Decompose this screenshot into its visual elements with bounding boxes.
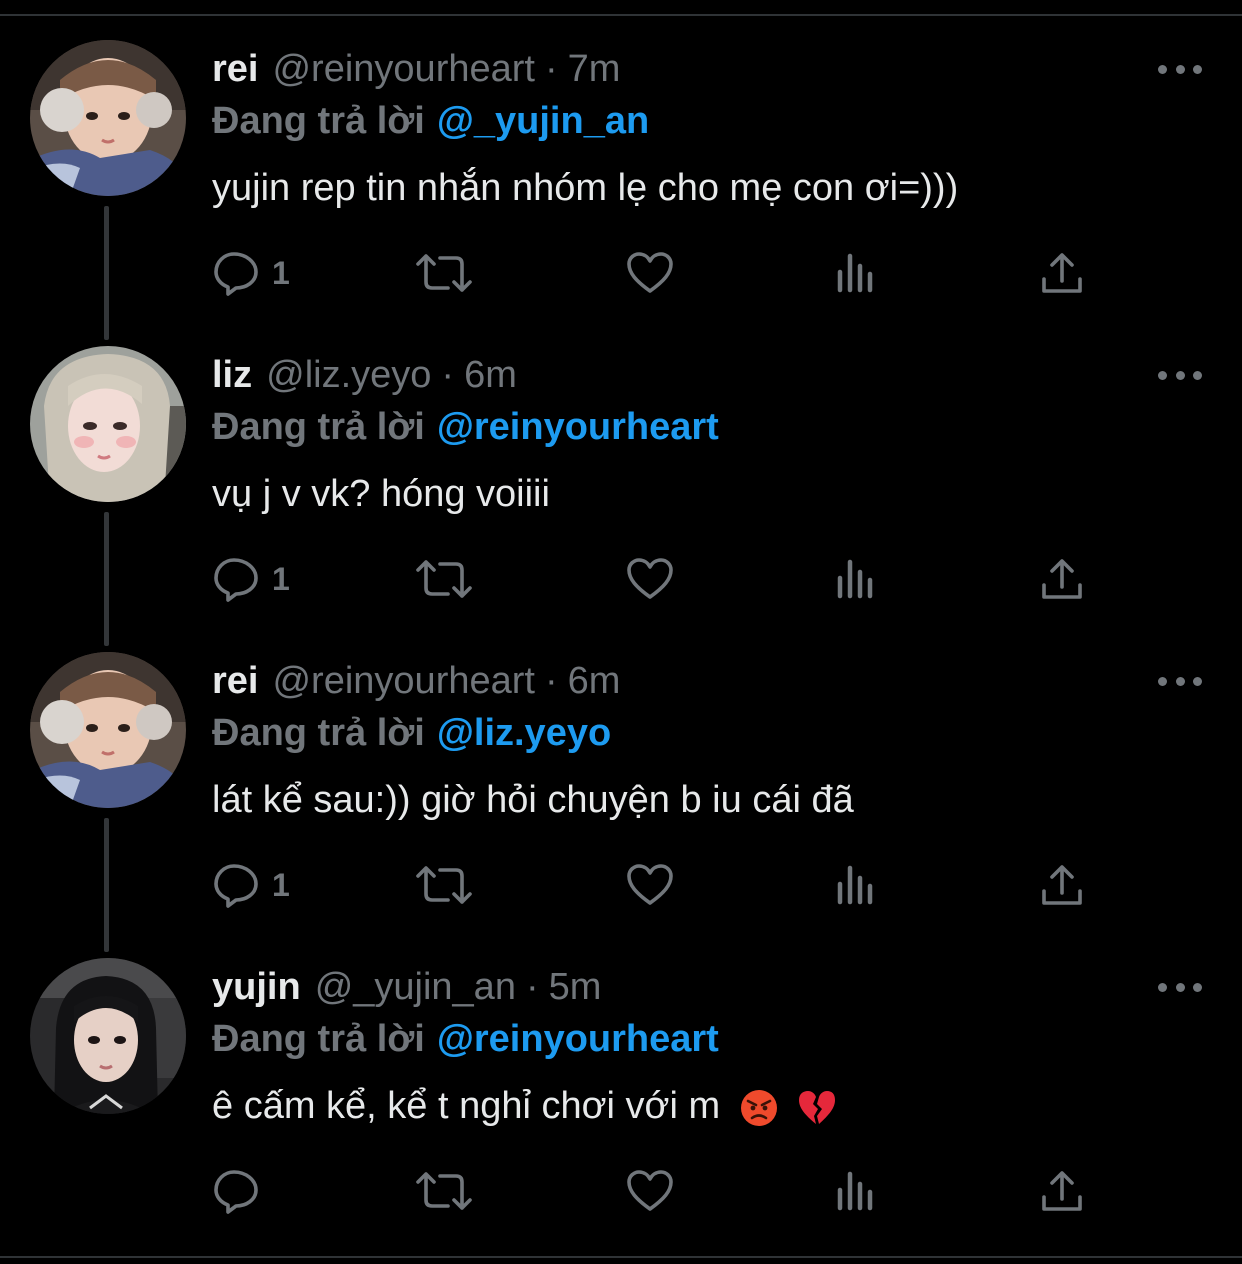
separator-dot: · xyxy=(525,966,539,1008)
retweet-button[interactable] xyxy=(416,248,472,298)
views-icon xyxy=(837,253,873,293)
share-button[interactable] xyxy=(1040,1166,1084,1216)
mention-link[interactable]: @reinyourheart xyxy=(437,1018,719,1060)
like-button[interactable] xyxy=(626,1166,674,1216)
replying-to: Đang trả lời @liz.yeyo xyxy=(212,708,611,758)
avatar[interactable] xyxy=(30,652,186,808)
retweet-button[interactable] xyxy=(416,554,472,604)
reply-count: 1 xyxy=(272,254,290,291)
views-button[interactable] xyxy=(836,248,876,298)
like-icon xyxy=(627,864,673,905)
action-bar: 1 xyxy=(212,248,1112,298)
views-button[interactable] xyxy=(836,1166,876,1216)
replying-label: Đang trả lời xyxy=(212,712,425,754)
replying-label: Đang trả lời xyxy=(212,406,425,448)
reply-count: 1 xyxy=(272,560,290,597)
tweet[interactable]: yujin @_yujin_an · 5m Đang trả lời @reinyour… xyxy=(0,918,1242,1224)
user-handle[interactable]: @liz.yeyo xyxy=(266,354,431,396)
broken-heart-emoji xyxy=(799,1090,836,1124)
like-icon xyxy=(627,1170,673,1211)
share-button[interactable] xyxy=(1040,860,1084,910)
mention-link[interactable]: @liz.yeyo xyxy=(437,712,611,754)
tweet-text-container: ê cấm kể, kể t nghỉ chơi với m xyxy=(212,1080,837,1132)
tweet-text: lát kể sau:)) giờ hỏi chuyện b iu cái đã xyxy=(212,779,854,821)
display-name[interactable]: liz xyxy=(212,354,252,396)
tweet-text: yujin rep tin nhắn nhóm lẹ cho mẹ con ơi… xyxy=(212,167,959,209)
share-icon xyxy=(1042,559,1082,599)
tweet-header: rei @reinyourheart · 7m xyxy=(212,44,620,94)
tweet-header: yujin @_yujin_an · 5m xyxy=(212,962,601,1012)
separator-dot: · xyxy=(544,48,558,90)
views-icon xyxy=(837,559,873,599)
mention-link[interactable]: @reinyourheart xyxy=(437,406,719,448)
tweet-text: ê cấm kể, kể t nghỉ chơi với m xyxy=(212,1085,721,1127)
reply-button[interactable]: 1 xyxy=(212,860,290,910)
reply-icon xyxy=(214,864,258,908)
more-icon[interactable] xyxy=(1158,62,1202,76)
tweet[interactable]: liz @liz.yeyo · 6m Đang trả lời @reinyourhea… xyxy=(0,306,1242,612)
avatar[interactable] xyxy=(30,958,186,1114)
share-icon xyxy=(1042,253,1082,293)
share-button[interactable] xyxy=(1040,554,1084,604)
views-button[interactable] xyxy=(836,860,876,910)
views-button[interactable] xyxy=(836,554,876,604)
avatar[interactable] xyxy=(30,40,186,196)
retweet-icon xyxy=(416,866,472,904)
mention-link[interactable]: @_yujin_an xyxy=(437,100,649,142)
display-name[interactable]: rei xyxy=(212,48,258,90)
views-icon xyxy=(837,1171,873,1211)
timestamp[interactable]: 6m xyxy=(568,660,621,702)
share-button[interactable] xyxy=(1040,248,1084,298)
separator-dot: · xyxy=(544,660,558,702)
action-bar: 1 xyxy=(212,860,1112,910)
replying-label: Đang trả lời xyxy=(212,100,425,142)
tweet-header: rei @reinyourheart · 6m xyxy=(212,656,620,706)
reply-button[interactable] xyxy=(212,1166,272,1216)
avatar[interactable] xyxy=(30,346,186,502)
views-icon xyxy=(837,865,873,905)
timestamp[interactable]: 7m xyxy=(568,48,621,90)
retweet-icon xyxy=(416,1172,472,1210)
more-icon[interactable] xyxy=(1158,674,1202,688)
user-handle[interactable]: @_yujin_an xyxy=(315,966,516,1008)
user-handle[interactable]: @reinyourheart xyxy=(272,660,534,702)
share-icon xyxy=(1042,865,1082,905)
reply-icon xyxy=(214,558,258,602)
more-icon[interactable] xyxy=(1158,980,1202,994)
share-icon xyxy=(1042,1171,1082,1211)
replying-to: Đang trả lời @_yujin_an xyxy=(212,96,649,146)
retweet-icon xyxy=(416,560,472,598)
separator-dot: · xyxy=(441,354,455,396)
tweet[interactable]: rei @reinyourheart · 7m Đang trả lời @_yujin… xyxy=(0,0,1242,306)
replying-to: Đang trả lời @reinyourheart xyxy=(212,1014,719,1064)
user-handle[interactable]: @reinyourheart xyxy=(272,48,534,90)
like-icon xyxy=(627,252,673,293)
reply-count: 1 xyxy=(272,866,290,903)
retweet-button[interactable] xyxy=(416,860,472,910)
retweet-icon xyxy=(416,254,472,292)
like-button[interactable] xyxy=(626,248,674,298)
reply-icon xyxy=(214,1170,258,1214)
like-button[interactable] xyxy=(626,860,674,910)
like-button[interactable] xyxy=(626,554,674,604)
tweet[interactable]: rei @reinyourheart · 6m Đang trả lời @liz.ye… xyxy=(0,612,1242,918)
tweet-header: liz @liz.yeyo · 6m xyxy=(212,350,517,400)
more-icon[interactable] xyxy=(1158,368,1202,382)
tweet-text: vụ j v vk? hóng voiiii xyxy=(212,473,550,515)
reply-button[interactable]: 1 xyxy=(212,248,290,298)
reply-button[interactable]: 1 xyxy=(212,554,290,604)
action-bar: 1 xyxy=(212,554,1112,604)
angry-face-emoji xyxy=(740,1089,777,1126)
retweet-button[interactable] xyxy=(416,1166,472,1216)
reply-icon xyxy=(214,252,258,296)
replying-to: Đang trả lời @reinyourheart xyxy=(212,402,719,452)
timestamp[interactable]: 5m xyxy=(549,966,602,1008)
like-icon xyxy=(627,558,673,599)
replying-label: Đang trả lời xyxy=(212,1018,425,1060)
display-name[interactable]: yujin xyxy=(212,966,301,1008)
display-name[interactable]: rei xyxy=(212,660,258,702)
bottom-divider xyxy=(0,1256,1242,1258)
action-bar xyxy=(212,1166,1112,1216)
timestamp[interactable]: 6m xyxy=(464,354,517,396)
